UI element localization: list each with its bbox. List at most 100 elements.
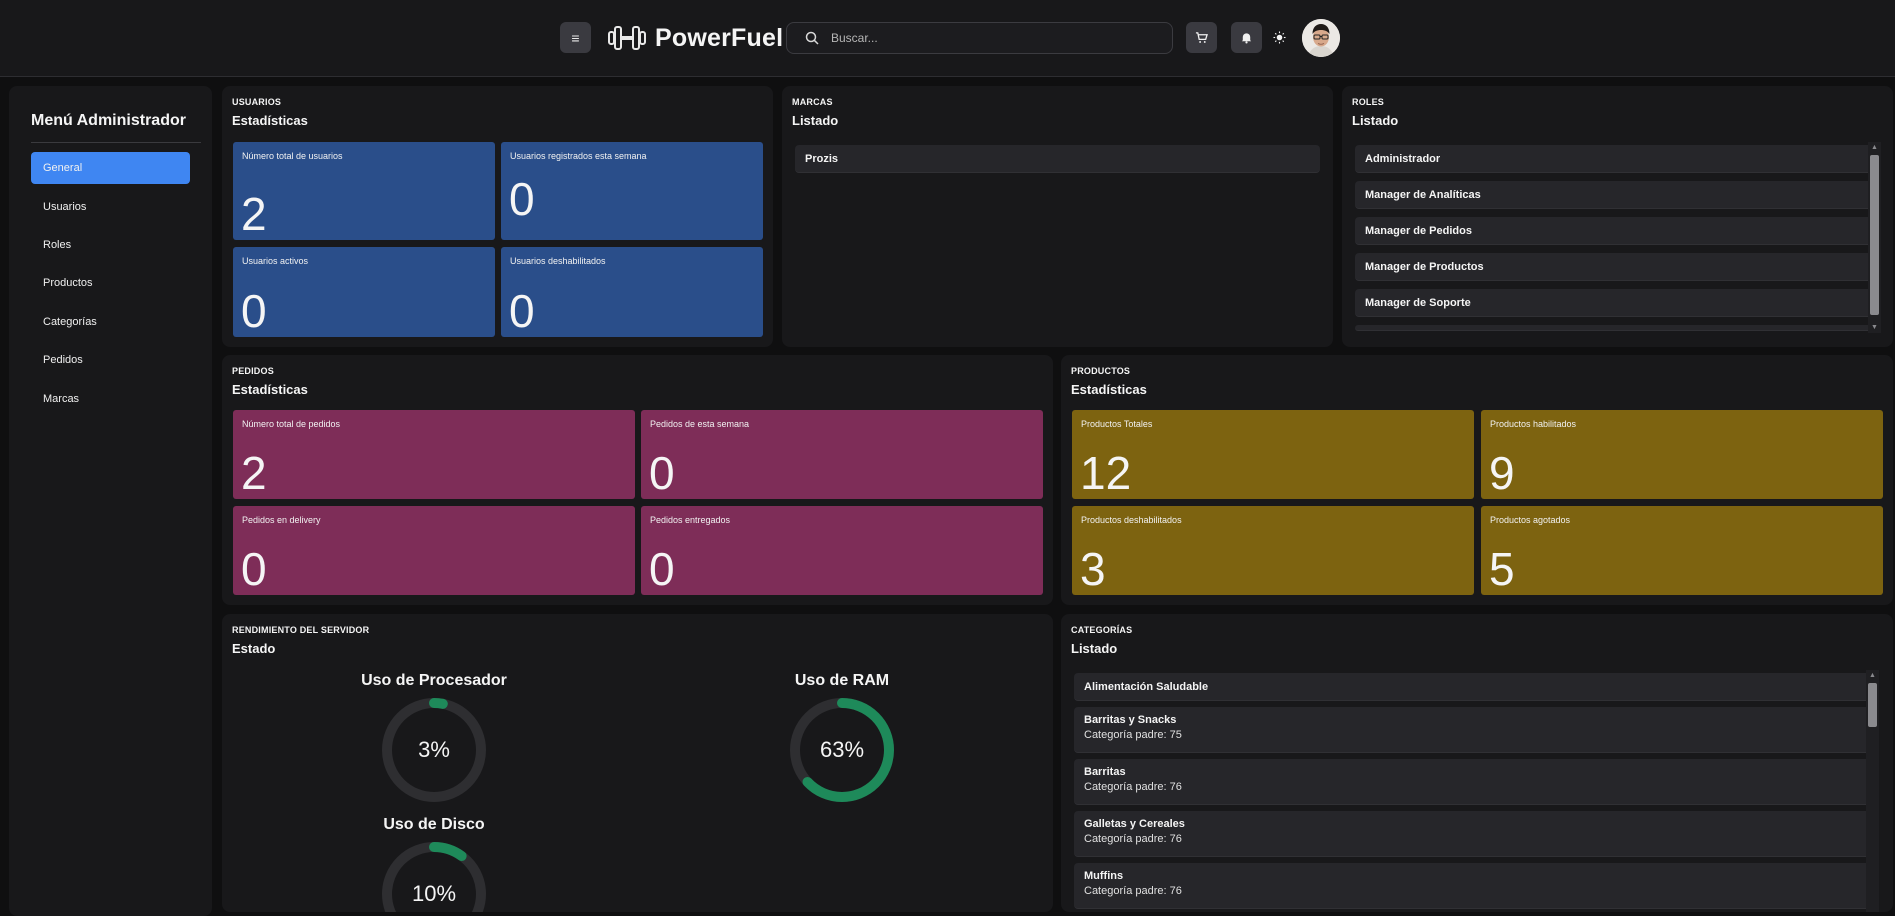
list-item[interactable]: Galletas y Cereales Categoría padre: 76 — [1074, 811, 1875, 857]
card-category: PEDIDOS — [232, 366, 274, 376]
hamburger-icon: ≡ — [571, 29, 580, 46]
gauge-title: Uso de Disco — [383, 816, 485, 833]
scroll-up-icon[interactable]: ▲ — [1870, 143, 1879, 152]
stat-value: 0 — [241, 285, 267, 337]
list-item[interactable]: Manager de Pedidos — [1355, 217, 1876, 245]
list-item[interactable]: Muffins Categoría padre: 76 — [1074, 863, 1875, 909]
category-item-name: Barritas y Snacks — [1084, 714, 1177, 726]
card-subtitle: Listado — [1071, 641, 1118, 656]
category-item-name: Galletas y Cereales — [1084, 818, 1185, 830]
roles-card: ROLES Listado Administrador Manager de A… — [1342, 86, 1893, 347]
card-subtitle: Listado — [1352, 113, 1399, 128]
avatar[interactable] — [1302, 19, 1340, 57]
search-input[interactable] — [831, 31, 1151, 45]
stat-value: 0 — [649, 447, 675, 499]
stat-label: Productos habilitados — [1490, 419, 1577, 429]
top-bar: ≡ PowerFuel — [0, 0, 1895, 77]
role-item-label: Manager de Soporte — [1365, 296, 1471, 309]
gauge-title: Uso de RAM — [794, 672, 890, 689]
gauge-title: Uso de Procesador — [361, 672, 507, 689]
cart-icon — [1195, 32, 1208, 43]
list-item[interactable]: Alimentación Saludable — [1074, 673, 1875, 701]
categorias-card: CATEGORÍAS Listado Alimentación Saludabl… — [1061, 614, 1893, 912]
list-item — [1355, 325, 1876, 331]
stat-label: Usuarios activos — [242, 256, 309, 266]
stat-value: 2 — [241, 188, 267, 240]
stat-value: 0 — [241, 543, 267, 595]
role-item-label: Administrador — [1365, 152, 1441, 165]
card-subtitle: Listado — [792, 113, 839, 128]
scroll-down-icon[interactable]: ▼ — [1870, 323, 1879, 332]
category-item-parent: Categoría padre: 76 — [1084, 833, 1182, 845]
stat-value: 0 — [509, 173, 535, 225]
scroll-up-icon[interactable]: ▲ — [1868, 671, 1877, 680]
scroll-thumb[interactable] — [1868, 683, 1877, 727]
usuarios-card: USUARIOS Estadísticas Número total de us… — [222, 86, 773, 347]
stat-tile: Productos deshabilitados 3 — [1072, 506, 1474, 595]
sun-icon[interactable] — [1273, 31, 1286, 44]
role-item-label: Manager de Productos — [1365, 260, 1484, 273]
stat-tile: Pedidos en delivery 0 — [233, 506, 635, 595]
categorias-scrollbar[interactable]: ▲ — [1866, 670, 1879, 912]
card-category: USUARIOS — [232, 97, 282, 107]
card-subtitle: Estadísticas — [232, 382, 308, 397]
stat-label: Pedidos en delivery — [242, 515, 321, 525]
list-item[interactable]: Administrador — [1355, 145, 1876, 173]
stat-label: Número total de pedidos — [242, 419, 341, 429]
category-item-parent: Categoría padre: 76 — [1084, 781, 1182, 793]
list-item[interactable]: Barritas Categoría padre: 76 — [1074, 759, 1875, 805]
sidebar-item-label: Productos — [43, 277, 93, 289]
search-icon — [805, 31, 819, 45]
stat-label: Usuarios deshabilitados — [510, 256, 606, 266]
card-category: ROLES — [1352, 97, 1385, 107]
search-box[interactable] — [786, 22, 1173, 54]
scroll-thumb[interactable] — [1870, 155, 1879, 315]
stat-tile: Productos habilitados 9 — [1481, 410, 1883, 499]
category-item-name: Muffins — [1084, 870, 1124, 882]
dumbbell-logo-icon — [608, 26, 646, 50]
list-item[interactable]: Prozis — [795, 145, 1320, 173]
stat-label: Número total de usuarios — [242, 151, 343, 161]
stat-tile: Productos agotados 5 — [1481, 506, 1883, 595]
notifications-button[interactable] — [1231, 22, 1262, 53]
list-item[interactable]: Barritas y Snacks Categoría padre: 75 — [1074, 707, 1875, 753]
card-category: CATEGORÍAS — [1071, 625, 1133, 635]
list-item[interactable]: Manager de Analíticas — [1355, 181, 1876, 209]
sidebar-item-general[interactable]: General — [31, 152, 190, 184]
servidor-card: RENDIMIENTO DEL SERVIDOR Estado Uso de P… — [222, 614, 1053, 912]
gauge-value: 63% — [819, 737, 865, 762]
role-item-label: Manager de Pedidos — [1365, 224, 1472, 237]
stat-label: Pedidos de esta semana — [650, 419, 750, 429]
sidebar-item-roles[interactable]: Roles — [31, 229, 190, 261]
stat-label: Productos deshabilitados — [1081, 515, 1182, 525]
stat-label: Productos Totales — [1081, 419, 1153, 429]
stat-tile: Pedidos de esta semana 0 — [641, 410, 1043, 499]
sidebar-item-productos[interactable]: Productos — [31, 267, 190, 299]
sidebar-item-label: Categorías — [43, 316, 97, 328]
stat-value: 5 — [1489, 543, 1515, 595]
sidebar-item-label: Usuarios — [43, 201, 87, 213]
brand[interactable]: PowerFuel — [607, 20, 783, 56]
menu-button[interactable]: ≡ — [560, 22, 591, 53]
gauge-value: 10% — [411, 881, 457, 906]
sidebar-item-categorias[interactable]: Categorías — [31, 306, 190, 338]
list-item[interactable]: Manager de Productos — [1355, 253, 1876, 281]
sidebar-divider — [31, 142, 201, 143]
stat-tile: Número total de pedidos 2 — [233, 410, 635, 499]
sidebar-item-marcas[interactable]: Marcas — [31, 383, 190, 415]
card-category: RENDIMIENTO DEL SERVIDOR — [232, 625, 370, 635]
stat-value: 0 — [649, 543, 675, 595]
productos-card: PRODUCTOS Estadísticas Productos Totales… — [1061, 355, 1893, 605]
list-item[interactable]: Manager de Soporte — [1355, 289, 1876, 317]
sidebar-item-usuarios[interactable]: Usuarios — [31, 191, 190, 223]
stat-tile: Pedidos entregados 0 — [641, 506, 1043, 595]
roles-scrollbar[interactable]: ▲ ▼ — [1868, 142, 1881, 333]
sidebar-item-pedidos[interactable]: Pedidos — [31, 344, 190, 376]
pedidos-card: PEDIDOS Estadísticas Número total de ped… — [222, 355, 1053, 605]
cart-button[interactable] — [1186, 22, 1217, 53]
stat-label: Usuarios registrados esta semana — [510, 151, 647, 161]
stat-value: 0 — [509, 285, 535, 337]
stat-tile: Número total de usuarios 2 — [233, 142, 495, 240]
sidebar-item-label: Marcas — [43, 393, 80, 405]
sidebar-item-label: Pedidos — [43, 354, 83, 366]
